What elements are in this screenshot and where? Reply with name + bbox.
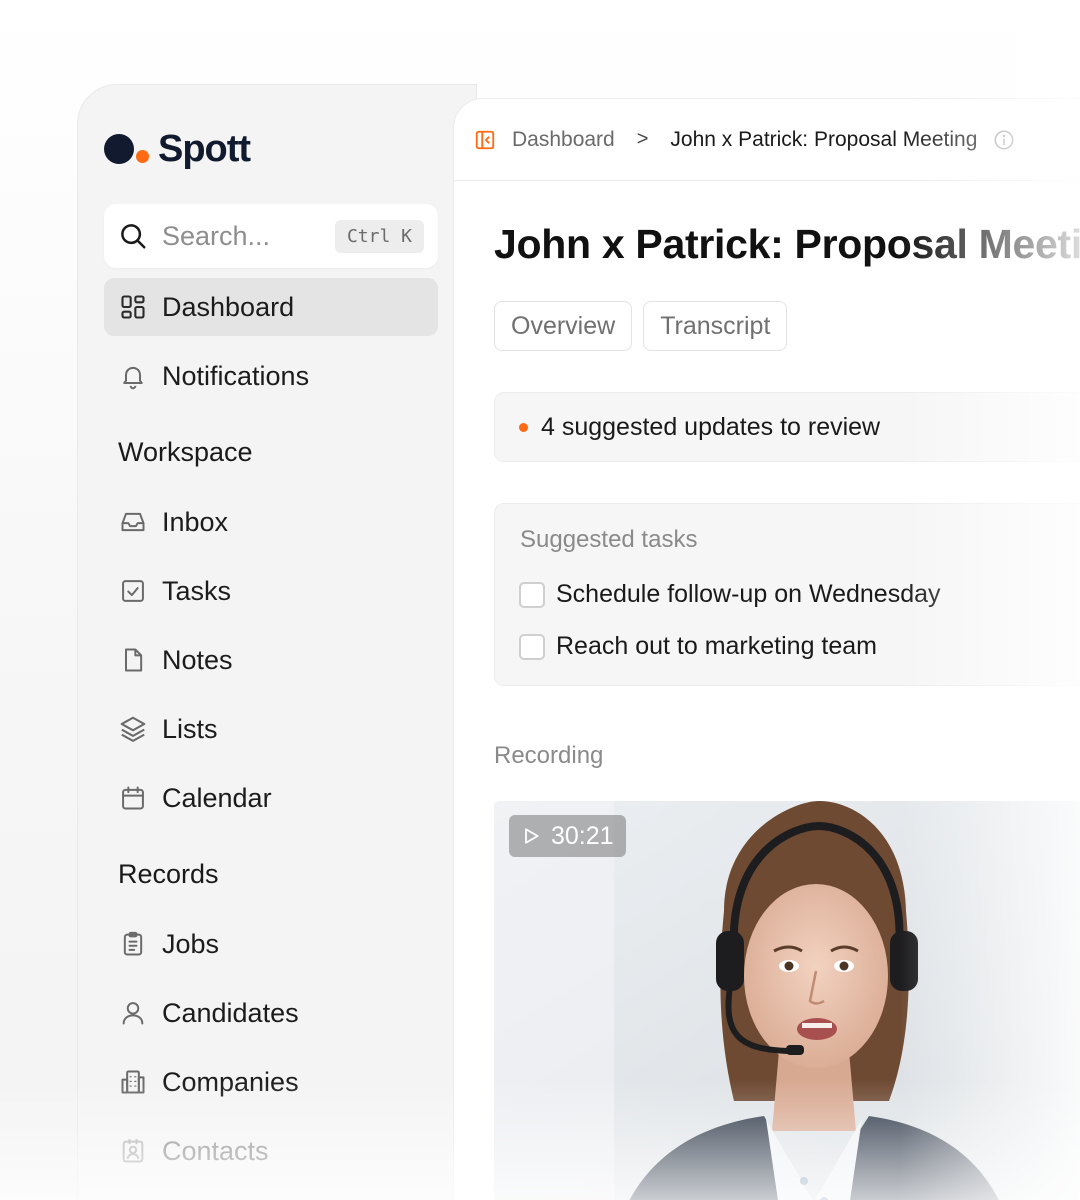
task-item[interactable]: Reach out to marketing team <box>519 632 877 661</box>
suggested-tasks-card: Suggested tasks Schedule follow-up on We… <box>494 503 1080 686</box>
layers-icon <box>118 714 148 744</box>
page-title: John x Patrick: Proposal Meeting <box>494 221 1080 267</box>
contact-card-icon <box>118 1136 148 1166</box>
breadcrumb-dashboard-link[interactable]: Dashboard <box>512 128 615 152</box>
task-item[interactable]: Schedule follow-up on Wednesday <box>519 580 941 609</box>
sidebar-item-contacts[interactable]: Contacts <box>104 1122 438 1180</box>
search-input[interactable]: Search... Ctrl K <box>104 204 438 268</box>
building-icon <box>118 1067 148 1097</box>
suggested-updates-banner[interactable]: 4 suggested updates to review <box>494 392 1080 462</box>
breadcrumb: Dashboard > John x Patrick: Proposal Mee… <box>454 99 1080 181</box>
task-checkbox[interactable] <box>519 633 545 660</box>
user-icon <box>118 998 148 1028</box>
play-icon <box>525 828 539 844</box>
brand-logo[interactable]: Spott <box>104 127 251 170</box>
sidebar-item-label: Notes <box>162 644 233 675</box>
status-dot-icon <box>519 422 528 432</box>
sidebar-item-label: Tasks <box>162 575 232 606</box>
brand-name: Spott <box>158 127 251 170</box>
checkbox-icon <box>118 576 148 606</box>
tab-bar: Overview Transcript <box>494 301 788 351</box>
sidebar-item-notifications[interactable]: Notifications <box>104 347 438 405</box>
section-title-records: Records <box>118 859 219 889</box>
inbox-icon <box>118 507 148 537</box>
sidebar-item-label: Lists <box>162 713 218 744</box>
tab-transcript[interactable]: Transcript <box>643 301 788 351</box>
sidebar-item-tasks[interactable]: Tasks <box>104 562 438 620</box>
video-duration-badge[interactable]: 30:21 <box>509 815 626 857</box>
logo-dot-icon <box>104 134 134 164</box>
sidebar-item-label: Notifications <box>162 360 310 391</box>
sidebar-item-label: Dashboard <box>162 291 295 322</box>
recording-video-player[interactable]: 30:21 <box>494 801 1080 1200</box>
sidebar-item-companies[interactable]: Companies <box>104 1053 438 1111</box>
clipboard-icon <box>118 929 148 959</box>
sidebar-item-notes[interactable]: Notes <box>104 631 438 689</box>
sidebar-toggle-icon[interactable] <box>474 129 496 151</box>
sidebar-item-label: Calendar <box>162 782 272 813</box>
recording-section-title: Recording <box>494 742 604 769</box>
sidebar-item-dashboard[interactable]: Dashboard <box>104 278 438 336</box>
sidebar-item-candidates[interactable]: Candidates <box>104 984 438 1042</box>
info-icon[interactable] <box>993 129 1015 151</box>
search-shortcut-badge: Ctrl K <box>334 219 424 253</box>
video-thumbnail-image <box>494 801 1080 1200</box>
video-duration: 30:21 <box>551 821 614 850</box>
suggested-updates-text: 4 suggested updates to review <box>541 412 881 441</box>
dashboard-grid-icon <box>118 292 148 322</box>
breadcrumb-separator-icon: > <box>636 128 649 150</box>
search-placeholder: Search... <box>162 220 271 251</box>
breadcrumb-current: John x Patrick: Proposal Meeting <box>670 127 978 151</box>
section-title-workspace: Workspace <box>118 437 253 467</box>
sidebar-item-label: Inbox <box>162 506 229 537</box>
tab-overview[interactable]: Overview <box>494 301 633 351</box>
sidebar-item-label: Candidates <box>162 997 299 1028</box>
main-panel: Dashboard > John x Patrick: Proposal Mee… <box>453 98 1080 1200</box>
document-icon <box>118 645 148 675</box>
task-label: Reach out to marketing team <box>556 632 877 660</box>
logo-accent-dot-icon <box>136 149 149 163</box>
app-canvas: Spott Search... Ctrl K Dashboard Notific… <box>0 0 1080 1200</box>
sidebar-item-lists[interactable]: Lists <box>104 700 438 758</box>
suggested-tasks-title: Suggested tasks <box>520 526 698 553</box>
calendar-icon <box>118 783 148 813</box>
sidebar: Spott Search... Ctrl K Dashboard Notific… <box>77 84 477 1200</box>
sidebar-item-inbox[interactable]: Inbox <box>104 493 438 551</box>
sidebar-item-calendar[interactable]: Calendar <box>104 769 438 827</box>
sidebar-item-label: Jobs <box>162 928 220 959</box>
sidebar-item-label: Companies <box>162 1066 299 1097</box>
task-checkbox[interactable] <box>519 581 545 608</box>
sidebar-item-label: Contacts <box>162 1135 269 1166</box>
bell-icon <box>118 361 148 391</box>
search-icon <box>121 224 146 249</box>
task-label: Schedule follow-up on Wednesday <box>556 580 941 608</box>
sidebar-item-jobs[interactable]: Jobs <box>104 915 438 973</box>
